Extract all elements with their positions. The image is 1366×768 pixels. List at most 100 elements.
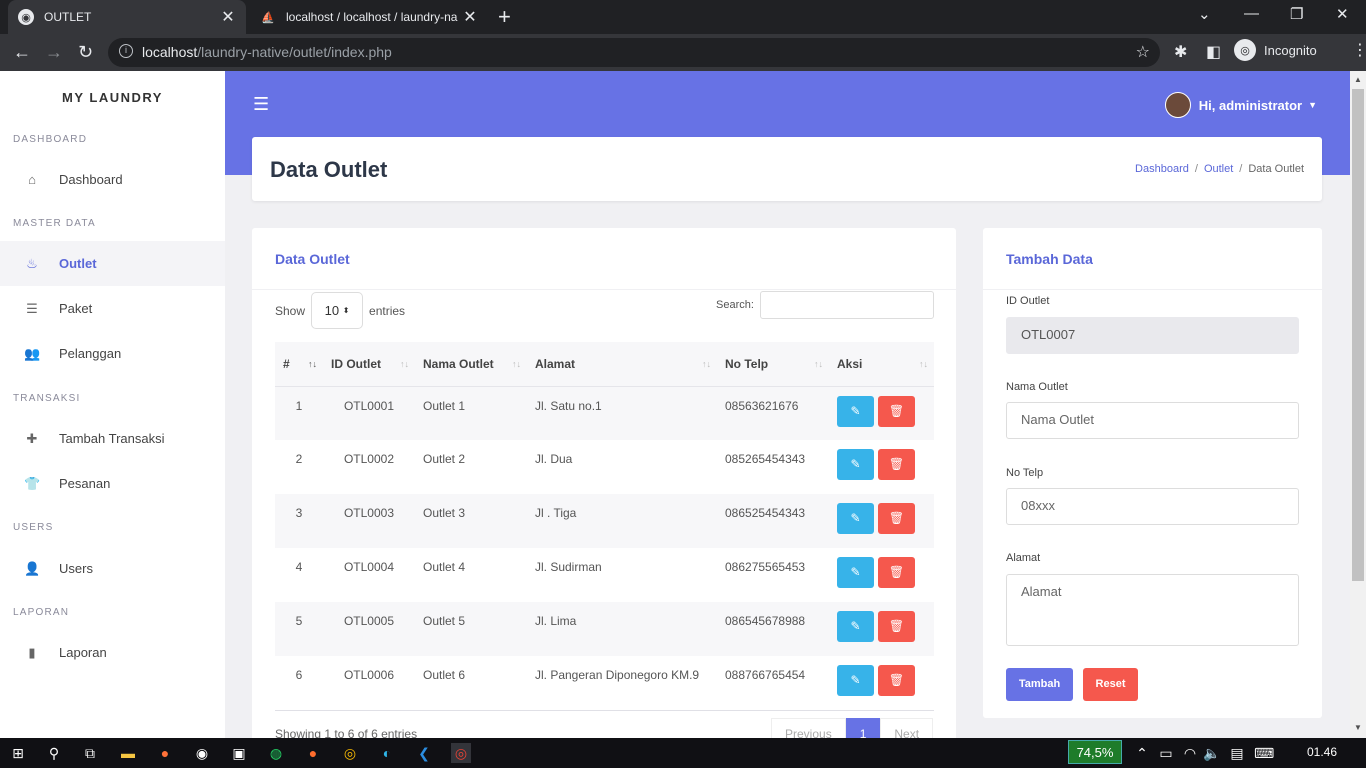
firefox-icon[interactable]: ● [155, 743, 175, 763]
windows-taskbar: ⊞ ⚲ ⧉ ▬ ● ◉ ▣ ◍ ● ◎ ◐ ❮ ◎ 74,5% ⌃ ▭ ◠ 🔈 … [0, 738, 1366, 768]
address-bar[interactable]: i localhost/laundry-native/outlet/index.… [108, 38, 1160, 67]
browser-menu-icon[interactable]: ⋮ [1352, 40, 1366, 60]
site-info-icon[interactable]: i [119, 44, 133, 58]
entries-select[interactable]: 10 ⬍ [311, 292, 364, 329]
pagination-next[interactable]: Next [880, 718, 934, 738]
no-telp-input[interactable]: 08xxx [1006, 488, 1299, 525]
edit-button[interactable]: ✎ [837, 395, 874, 427]
reset-button[interactable]: Reset [1083, 668, 1138, 701]
extensions-icon[interactable]: ✱ [1174, 42, 1187, 62]
edit-button[interactable]: ✎ [837, 449, 874, 480]
sidebar-item-dashboard[interactable]: ⌂ Dashboard [0, 157, 225, 202]
close-tab-icon[interactable]: ✕ [462, 7, 478, 27]
volume-icon[interactable]: 🔈 [1202, 743, 1222, 763]
nama-outlet-input[interactable]: Nama Outlet [1006, 402, 1299, 439]
delete-button[interactable]: 🗑 [878, 449, 915, 480]
close-window-button[interactable]: ✕ [1336, 5, 1349, 23]
wifi-icon[interactable]: ◠ [1180, 743, 1200, 763]
reload-icon[interactable]: ↻ [78, 42, 93, 63]
delete-button[interactable]: 🗑 [878, 665, 915, 696]
table-row: 1 OTL0001 Outlet 1 Jl. Satu no.1 0856362… [275, 386, 934, 440]
back-icon[interactable]: ← [13, 42, 31, 63]
brand-logo[interactable]: MY LAUNDRY [0, 90, 225, 105]
section-label-master-data: MASTER DATA [13, 218, 96, 229]
file-explorer-icon[interactable]: ▬ [118, 743, 138, 763]
sidebar-item-pelanggan[interactable]: 👥 Pelanggan [0, 331, 225, 376]
close-tab-icon[interactable]: ✕ [220, 7, 236, 27]
pagination-page-1[interactable]: 1 [845, 718, 881, 738]
sidebar-item-paket[interactable]: ☰ Paket [0, 286, 225, 331]
column-header-telp[interactable]: No Telp ↑↓ [717, 342, 829, 387]
sidebar-item-pesanan[interactable]: 👕 Pesanan [0, 461, 225, 506]
battery-indicator[interactable]: 74,5% [1068, 740, 1122, 764]
cell-id: OTL0004 [343, 560, 395, 574]
bookmark-star-icon[interactable]: ☆ [1136, 42, 1150, 62]
side-panel-icon[interactable]: ◧ [1206, 42, 1221, 62]
app-icon[interactable]: ◉ [192, 743, 212, 763]
delete-button[interactable]: 🗑 [878, 557, 915, 588]
windows-start-icon[interactable]: ⊞ [8, 743, 28, 763]
restore-button[interactable]: ❐ [1290, 5, 1303, 23]
sidebar-item-label: Users [59, 561, 93, 576]
search-icon[interactable]: ⚲ [44, 743, 64, 763]
chrome-active-icon[interactable]: ◎ [451, 743, 471, 763]
sidebar-item-laporan[interactable]: ▮ Laporan [0, 630, 225, 675]
cell-alamat: Jl. Dua [535, 452, 573, 466]
chevron-up-icon[interactable]: ⌃ [1132, 743, 1152, 763]
cell-alamat: Jl. Pangeran Diponegoro KM.9 [535, 668, 700, 682]
task-view-icon[interactable]: ⧉ [80, 743, 100, 763]
forward-icon[interactable]: → [45, 42, 63, 63]
alamat-textarea[interactable]: Alamat [1006, 574, 1299, 646]
sidebar-item-users[interactable]: 👤 Users [0, 546, 225, 591]
search-input[interactable] [759, 291, 934, 319]
battery-icon[interactable]: ▭ [1156, 743, 1176, 763]
edit-button[interactable]: ✎ [837, 665, 874, 696]
column-header-id[interactable]: ID Outlet ↑↓ [323, 342, 415, 387]
postman-icon[interactable]: ● [303, 743, 323, 763]
edit-button[interactable]: ✎ [837, 557, 874, 588]
tab-search-icon[interactable]: ⌄ [1198, 5, 1211, 23]
browser-tab-phpmyadmin[interactable]: ⛵ localhost / localhost / laundry-na ✕ [250, 0, 488, 34]
sidebar-item-outlet[interactable]: ♨ Outlet [0, 241, 225, 286]
search-label: Search: [716, 299, 754, 311]
page-scrollbar[interactable]: ▲ ▼ [1350, 71, 1366, 738]
taskbar-clock[interactable]: 01.46 [1307, 745, 1337, 759]
delete-button[interactable]: 🗑 [878, 503, 915, 534]
delete-button[interactable]: 🗑 [878, 611, 915, 642]
edit-button[interactable]: ✎ [837, 503, 874, 534]
column-header-no[interactable]: # ↑↓ [275, 342, 323, 387]
cell-id: OTL0002 [343, 452, 395, 466]
breadcrumb-current: Data Outlet [1248, 163, 1304, 175]
pagination: Previous 1 Next [771, 718, 934, 738]
user-menu[interactable]: Hi, administrator ▼ [1164, 92, 1317, 118]
breadcrumb-outlet[interactable]: Outlet [1204, 163, 1233, 175]
sidebar-item-tambah-transaksi[interactable]: ✚ Tambah Transaksi [0, 416, 225, 461]
new-tab-button[interactable]: + [498, 4, 511, 30]
pagination-previous[interactable]: Previous [771, 718, 846, 738]
whatsapp-icon[interactable]: ◍ [266, 743, 286, 763]
notification-icon[interactable]: ▤ [1227, 743, 1247, 763]
column-header-aksi[interactable]: Aksi ↑↓ [829, 342, 934, 387]
column-header-nama[interactable]: Nama Outlet ↑↓ [415, 342, 527, 387]
sidebar-item-label: Outlet [59, 256, 97, 271]
photos-icon[interactable]: ▣ [229, 743, 249, 763]
browser-toolbar: ← → ↻ i localhost/laundry-native/outlet/… [0, 34, 1366, 71]
minimize-button[interactable]: — [1244, 5, 1259, 22]
chrome-icon[interactable]: ◎ [340, 743, 360, 763]
sidebar-item-label: Pesanan [59, 476, 111, 491]
menu-toggle-icon[interactable]: ☰ [253, 94, 269, 115]
browser-tab-outlet[interactable]: ◉ OUTLET ✕ [8, 0, 246, 34]
scroll-down-arrow-icon[interactable]: ▼ [1354, 723, 1362, 732]
delete-button[interactable]: 🗑 [878, 395, 915, 427]
scroll-up-arrow-icon[interactable]: ▲ [1354, 75, 1362, 84]
users-icon: 👥 [24, 345, 41, 361]
tambah-button[interactable]: Tambah [1006, 668, 1073, 701]
keyboard-icon[interactable]: ⌨ [1254, 743, 1274, 763]
breadcrumb-dashboard[interactable]: Dashboard [1135, 163, 1189, 175]
column-header-alamat[interactable]: Alamat ↑↓ [527, 342, 717, 387]
incognito-indicator[interactable]: ◎ Incognito [1234, 39, 1317, 61]
edit-button[interactable]: ✎ [837, 611, 874, 642]
scrollbar-thumb[interactable] [1352, 89, 1364, 581]
vscode-icon[interactable]: ❮ [414, 743, 434, 763]
edge-icon[interactable]: ◐ [377, 743, 397, 763]
